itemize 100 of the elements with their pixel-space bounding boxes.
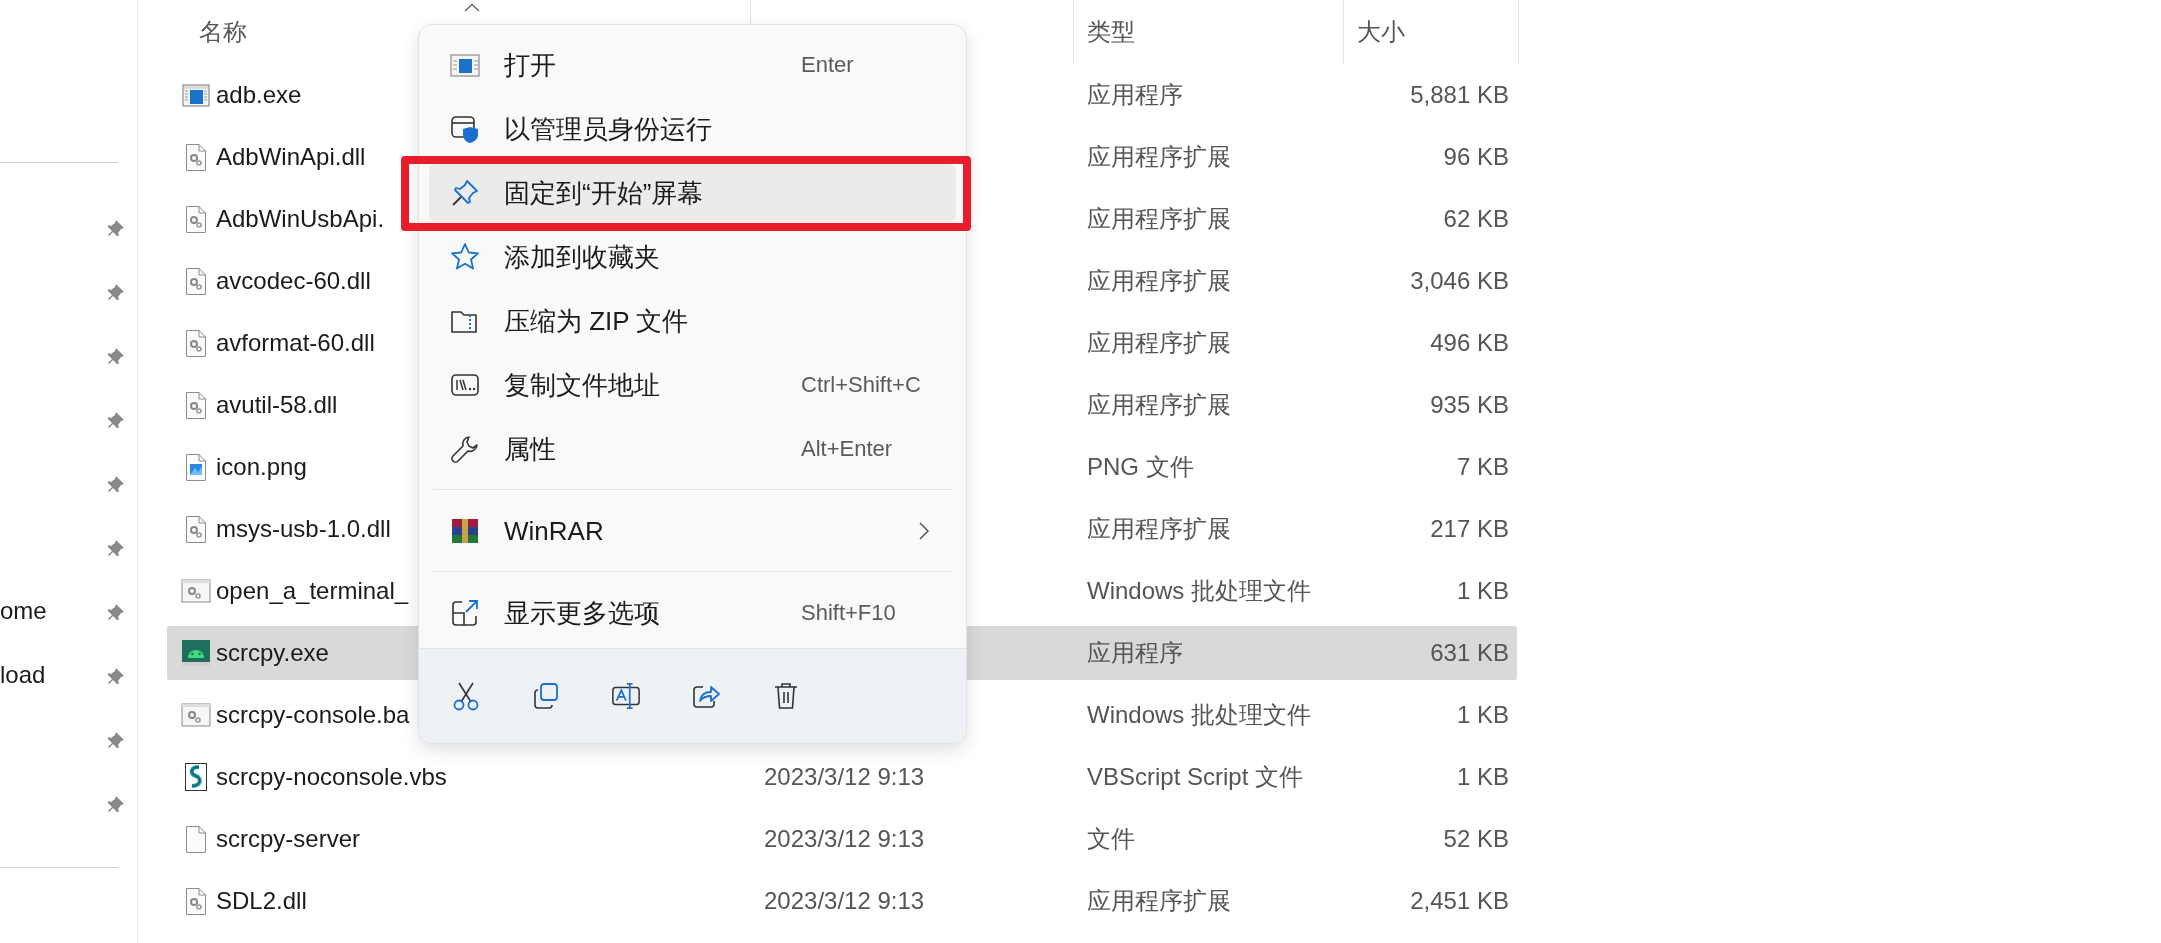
file-type: VBScript Script 文件 xyxy=(1087,763,1304,790)
books-icon[interactable] xyxy=(450,516,480,546)
chevron-right-icon[interactable] xyxy=(918,521,930,541)
file-type: PNG 文件 xyxy=(1087,453,1194,480)
file-name: avformat-60.dll xyxy=(216,329,375,357)
file-size: 631 KB xyxy=(1430,639,1509,666)
pin-icon[interactable] xyxy=(107,281,126,301)
expand-icon[interactable] xyxy=(450,598,480,628)
file-name: msys-usb-1.0.dll xyxy=(216,515,391,543)
file-size: 7 KB xyxy=(1456,453,1509,480)
file-type: Windows 批处理文件 xyxy=(1087,577,1312,604)
gear-file-icon xyxy=(185,328,207,358)
file-name: scrcpy-server xyxy=(216,825,360,853)
cut-icon[interactable] xyxy=(452,681,480,711)
file-type: Windows 批处理文件 xyxy=(1087,701,1312,728)
file-type: 应用程序扩展 xyxy=(1087,887,1231,914)
file-type: 应用程序扩展 xyxy=(1087,329,1231,356)
gear-file-icon xyxy=(185,390,207,420)
pin-icon[interactable] xyxy=(107,537,126,557)
file-type: 应用程序扩展 xyxy=(1087,515,1231,542)
gear-file-icon xyxy=(185,886,207,916)
scroll-file-icon xyxy=(184,762,208,792)
shortcut-text: Shift+F10 xyxy=(801,600,897,626)
gear-file-icon xyxy=(185,266,207,296)
menu-item[interactable]: 固定到“开始”屏幕 xyxy=(429,164,956,222)
rename-icon[interactable] xyxy=(611,681,641,711)
file-type: 应用程序扩展 xyxy=(1087,391,1231,418)
nav-item[interactable]: ome xyxy=(0,597,47,625)
file-type: 应用程序扩展 xyxy=(1087,267,1231,294)
menu-item[interactable]: 显示更多选项 Shift+F10 xyxy=(429,581,956,645)
sort-caret-icon[interactable] xyxy=(464,3,480,12)
menu-item[interactable]: 以管理员身份运行 xyxy=(429,97,956,161)
pin-icon[interactable] xyxy=(107,409,126,429)
file-type: 应用程序扩展 xyxy=(1087,143,1231,170)
file-type: 文件 xyxy=(1087,825,1135,852)
wrench-icon[interactable] xyxy=(450,434,480,464)
menu-item[interactable]: 复制文件地址 Ctrl+Shift+C xyxy=(429,353,956,417)
pin-icon[interactable] xyxy=(107,217,126,237)
app-icon xyxy=(450,51,480,79)
pin-icon[interactable] xyxy=(107,793,126,813)
shortcut-text: Alt+Enter xyxy=(801,436,894,462)
column-header[interactable]: 名称 xyxy=(199,16,247,48)
image-file-icon xyxy=(185,452,207,482)
file-name: SDL2.dll xyxy=(216,887,307,915)
column-header[interactable]: 大小 xyxy=(1357,16,1405,48)
nav-item[interactable]: load xyxy=(0,661,46,689)
file-name: scrcpy.exe xyxy=(216,639,329,667)
menu-item[interactable]: 添加到收藏夹 xyxy=(429,225,956,289)
shortcut-text: Enter xyxy=(801,52,855,78)
file-type: 应用程序 xyxy=(1087,639,1183,666)
pin-icon[interactable] xyxy=(107,601,126,621)
file-name: avcodec-60.dll xyxy=(216,267,371,295)
file-icon xyxy=(185,824,207,854)
menu-item[interactable]: 打开 Enter xyxy=(429,33,956,97)
file-size: 96 KB xyxy=(1443,143,1509,170)
file-date: 2023/3/12 9:13 xyxy=(764,763,925,790)
copy-icon[interactable] xyxy=(532,682,560,710)
pin-icon[interactable] xyxy=(107,665,126,685)
menu-item[interactable]: WinRAR xyxy=(429,499,956,563)
pin-icon[interactable] xyxy=(450,178,480,208)
file-name: scrcpy-console.ba xyxy=(216,701,410,729)
menu-item[interactable]: 压缩为 ZIP 文件 xyxy=(429,289,956,353)
file-size: 52 KB xyxy=(1443,825,1509,852)
file-size: 3,046 KB xyxy=(1410,267,1509,294)
path-icon[interactable] xyxy=(450,372,480,398)
shortcut-text: Ctrl+Shift+C xyxy=(801,372,922,398)
star-icon[interactable] xyxy=(450,242,480,272)
file-name: AdbWinApi.dll xyxy=(216,143,366,171)
gear-file-icon xyxy=(185,204,207,234)
file-size: 62 KB xyxy=(1443,205,1509,232)
file-type: 应用程序扩展 xyxy=(1087,205,1231,232)
file-name: icon.png xyxy=(216,453,307,481)
delete-icon[interactable] xyxy=(773,681,799,711)
file-name: avutil-58.dll xyxy=(216,391,338,419)
file-size: 5,881 KB xyxy=(1410,81,1509,108)
file-type: 应用程序 xyxy=(1087,81,1183,108)
file-name: AdbWinUsbApi. xyxy=(216,205,385,233)
file-size: 1 KB xyxy=(1456,577,1509,604)
menu-item[interactable]: 属性 Alt+Enter xyxy=(429,417,956,481)
pin-icon[interactable] xyxy=(107,473,126,493)
gear-file-icon xyxy=(185,514,207,544)
file-name: scrcpy-noconsole.vbs xyxy=(216,763,447,791)
column-header[interactable]: 类型 xyxy=(1087,16,1135,48)
file-size: 1 KB xyxy=(1456,763,1509,790)
pin-icon[interactable] xyxy=(107,345,126,365)
file-size: 496 KB xyxy=(1430,329,1509,356)
file-date: 2023/3/12 9:13 xyxy=(764,887,925,914)
file-size: 1 KB xyxy=(1456,701,1509,728)
pin-icon[interactable] xyxy=(107,729,126,749)
app-icon xyxy=(182,81,210,109)
file-size: 217 KB xyxy=(1430,515,1509,542)
file-name: open_a_terminal_ xyxy=(216,577,409,605)
gear-file-icon xyxy=(185,142,207,172)
robot-icon xyxy=(181,639,211,667)
gear-window-icon xyxy=(181,578,211,604)
gear-window-icon xyxy=(181,702,211,728)
file-date: 2023/3/12 9:13 xyxy=(764,825,925,852)
file-name: adb.exe xyxy=(216,81,302,109)
shield-icon xyxy=(450,114,480,144)
file-size: 935 KB xyxy=(1430,391,1509,418)
